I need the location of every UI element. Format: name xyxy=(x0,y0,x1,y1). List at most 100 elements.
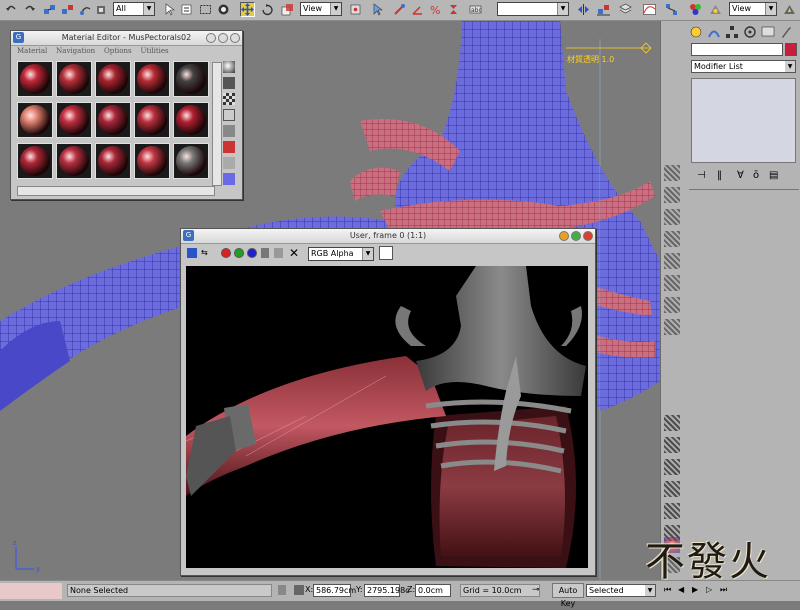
render-frame-titlebar[interactable]: G User, frame 0 (1:1) xyxy=(181,229,595,244)
slot-horizontal-scrollbar[interactable] xyxy=(17,186,215,196)
configure-sets-icon[interactable]: ▤ xyxy=(769,170,778,181)
render-type-dropdown[interactable]: View ▼ xyxy=(729,2,777,16)
layer-manager-icon[interactable] xyxy=(618,2,633,17)
make-unique-icon[interactable]: ∀ xyxy=(737,170,744,181)
orbit-icon[interactable] xyxy=(664,275,680,291)
select-object-icon[interactable] xyxy=(162,2,177,17)
spinner-snap-icon[interactable] xyxy=(446,2,461,17)
maximize-button[interactable] xyxy=(571,231,581,241)
green-channel-toggle[interactable] xyxy=(234,248,244,258)
next-frame-icon[interactable]: ▷ xyxy=(706,585,712,594)
maximize-viewport-icon[interactable] xyxy=(664,297,680,313)
zoom-extents-icon[interactable] xyxy=(664,209,680,225)
clone-icon[interactable]: ⇆ xyxy=(201,248,213,258)
named-selection-dropdown[interactable]: ▼ xyxy=(497,2,569,16)
create-tab-icon[interactable] xyxy=(689,25,703,39)
snap-toggle-icon[interactable] xyxy=(392,2,407,17)
key-icon[interactable]: ⊸ xyxy=(532,585,546,595)
zoom-icon[interactable] xyxy=(664,165,680,181)
sample-type-icon[interactable] xyxy=(223,61,235,73)
color-swatch[interactable] xyxy=(379,246,393,260)
quick-render-icon[interactable] xyxy=(782,2,797,17)
material-slot[interactable] xyxy=(17,61,53,97)
monochrome-toggle[interactable] xyxy=(274,248,283,258)
slot-vertical-scrollbar[interactable] xyxy=(212,62,222,186)
y-coordinate-field[interactable]: 2795.198c xyxy=(364,584,410,597)
material-slot[interactable] xyxy=(56,102,92,138)
material-editor-icon[interactable] xyxy=(688,2,703,17)
z-coordinate-field[interactable]: 0.0cm xyxy=(415,584,451,597)
zoom-all-icon[interactable] xyxy=(664,187,680,203)
maxscript-listener[interactable] xyxy=(0,583,62,599)
rotate-icon[interactable] xyxy=(260,2,275,17)
motion-tab-icon[interactable] xyxy=(743,25,757,39)
material-slot[interactable] xyxy=(95,61,131,97)
material-slot[interactable] xyxy=(17,143,53,179)
video-check-icon[interactable] xyxy=(223,125,235,137)
x-coordinate-field[interactable]: 586.79cm xyxy=(313,584,356,597)
grid-icon[interactable] xyxy=(664,481,680,497)
show-end-result-icon[interactable]: ‖ xyxy=(717,170,722,181)
display-channel-dropdown[interactable]: RGB Alpha ▼ xyxy=(308,247,374,261)
undo-icon[interactable] xyxy=(4,2,19,17)
make-preview-icon[interactable] xyxy=(223,141,235,153)
grid-icon[interactable] xyxy=(664,503,680,519)
material-slot[interactable] xyxy=(56,61,92,97)
percent-snap-icon[interactable]: % xyxy=(428,2,443,17)
material-slot[interactable] xyxy=(173,143,209,179)
remove-modifier-icon[interactable]: ō xyxy=(753,170,759,181)
clear-icon[interactable]: ✕ xyxy=(289,246,301,260)
render-canvas[interactable] xyxy=(186,266,588,568)
select-by-material-icon[interactable] xyxy=(223,173,235,185)
material-slot[interactable] xyxy=(17,102,53,138)
material-slot[interactable] xyxy=(134,102,170,138)
mirror-icon[interactable] xyxy=(576,2,591,17)
object-color-swatch[interactable] xyxy=(785,43,797,56)
red-channel-toggle[interactable] xyxy=(221,248,231,258)
snapshot-icon[interactable] xyxy=(664,319,680,335)
named-selection-icon[interactable]: abc xyxy=(468,2,483,17)
modify-tab-icon[interactable] xyxy=(707,25,721,39)
menu-options[interactable]: Options xyxy=(104,45,132,58)
background-icon[interactable] xyxy=(223,93,235,105)
curve-editor-icon[interactable] xyxy=(642,2,657,17)
grid-icon[interactable] xyxy=(664,415,680,431)
prev-frame-icon[interactable]: ◀ xyxy=(678,585,684,594)
rect-selection-icon[interactable] xyxy=(198,2,213,17)
field-of-view-icon[interactable] xyxy=(664,231,680,247)
selection-lock-icon[interactable] xyxy=(278,585,286,595)
blue-channel-toggle[interactable] xyxy=(247,248,257,258)
pin-stack-icon[interactable]: ⊣ xyxy=(697,170,706,181)
material-editor-titlebar[interactable]: G Material Editor - MusPectorals02 xyxy=(11,31,242,46)
align-icon[interactable] xyxy=(596,2,611,17)
backlight-icon[interactable] xyxy=(223,77,235,89)
hierarchy-tab-icon[interactable] xyxy=(725,25,739,39)
menu-navigation[interactable]: Navigation xyxy=(56,45,95,58)
grid-icon[interactable] xyxy=(664,437,680,453)
goto-end-icon[interactable]: ⏭ xyxy=(720,585,727,595)
window-crossing-icon[interactable] xyxy=(216,2,231,17)
move-icon[interactable] xyxy=(240,2,255,17)
pivot-center-icon[interactable] xyxy=(348,2,363,17)
close-button[interactable] xyxy=(583,231,593,241)
material-slot[interactable] xyxy=(173,102,209,138)
modifier-list-dropdown[interactable]: Modifier List ▼ xyxy=(691,60,796,73)
material-slot[interactable] xyxy=(173,61,209,97)
schematic-view-icon[interactable] xyxy=(664,2,679,17)
scale-icon[interactable] xyxy=(280,2,295,17)
bind-spacewarp-icon[interactable] xyxy=(78,2,93,17)
bind-icon[interactable] xyxy=(94,2,109,17)
absolute-mode-icon[interactable] xyxy=(294,585,304,595)
modifier-stack[interactable] xyxy=(691,78,796,163)
menu-utilities[interactable]: Utilities xyxy=(140,45,168,58)
material-slot[interactable] xyxy=(134,61,170,97)
auto-key-button[interactable]: Auto Key xyxy=(552,583,584,608)
object-name-field[interactable] xyxy=(691,43,783,56)
pan-icon[interactable] xyxy=(664,253,680,269)
options-icon[interactable] xyxy=(223,157,235,169)
material-slot[interactable] xyxy=(134,143,170,179)
play-icon[interactable]: ▶ xyxy=(692,585,698,594)
reference-coordinate-dropdown[interactable]: View ▼ xyxy=(300,2,342,16)
menu-material[interactable]: Material xyxy=(17,45,47,58)
angle-snap-icon[interactable] xyxy=(410,2,425,17)
